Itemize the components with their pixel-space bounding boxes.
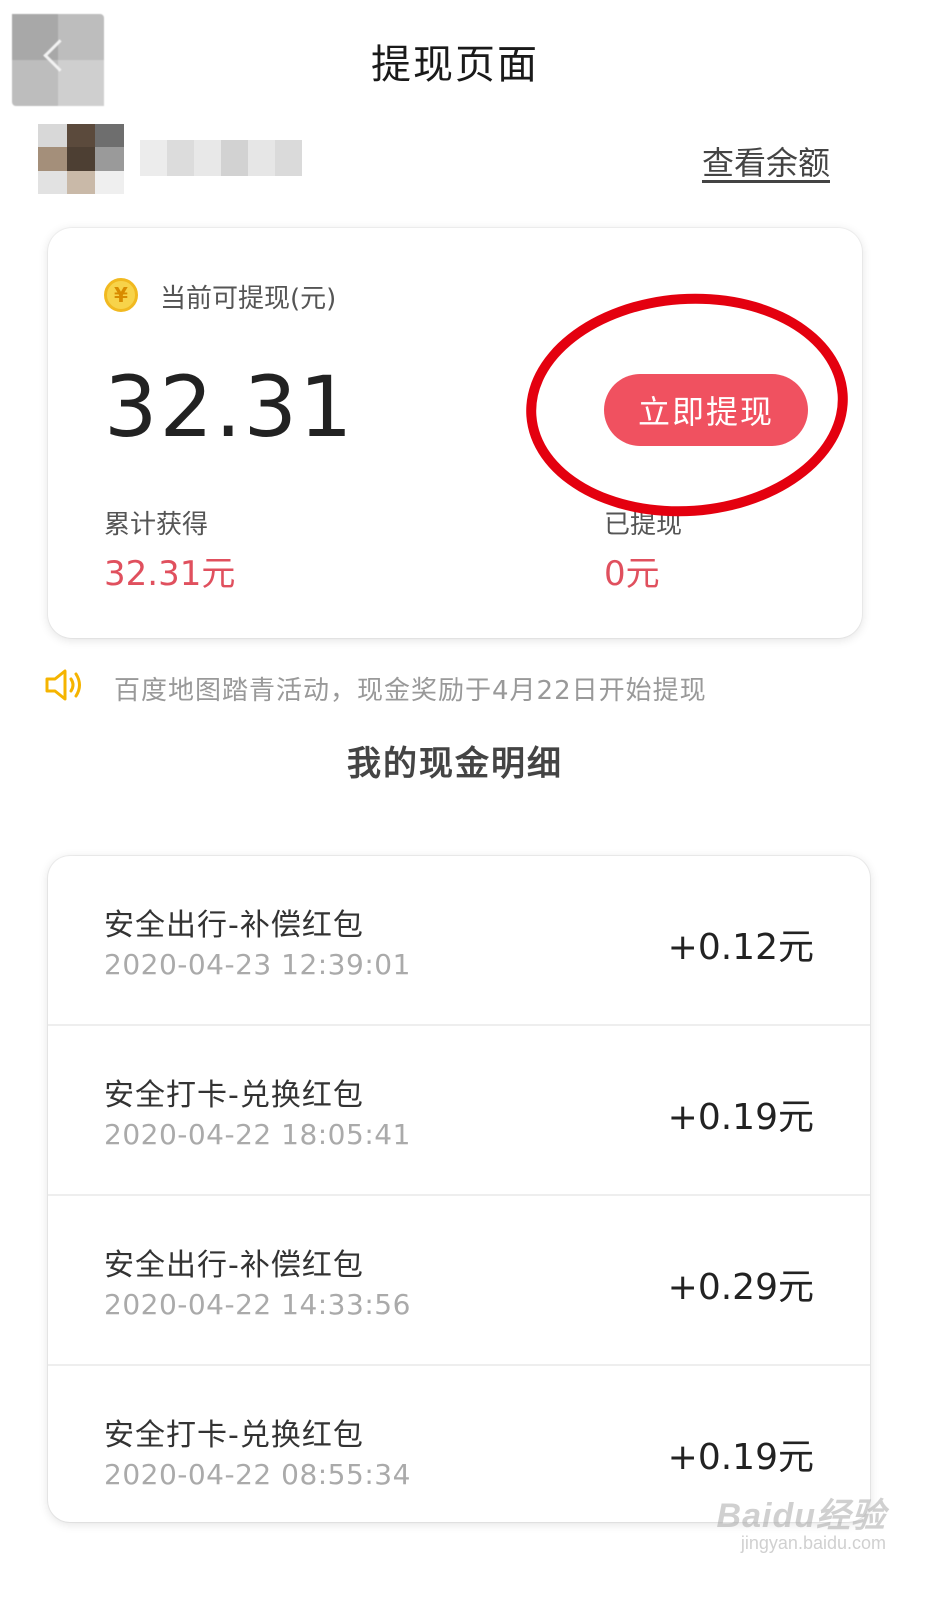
list-item-title: 安全出行-补偿红包: [104, 1248, 364, 1283]
list-item-time: 2020-04-23 12:39:01: [104, 948, 411, 981]
watermark-brand: Baidu经验: [716, 1497, 886, 1535]
section-title: 我的现金明细: [347, 744, 563, 784]
page-title: 提现页面: [371, 42, 539, 88]
list-item-time: 2020-04-22 08:55:34: [104, 1458, 411, 1491]
list-item-amount: +0.12元: [667, 927, 814, 968]
list-item-title: 安全打卡-兑换红包: [104, 1078, 364, 1113]
list-item[interactable]: 安全打卡-兑换红包 2020-04-22 18:05:41 +0.19元: [48, 1026, 870, 1196]
list-item-amount: +0.29元: [667, 1267, 814, 1308]
coin-glyph: ¥: [114, 283, 128, 307]
list-item-title: 安全打卡-兑换红包: [104, 1418, 364, 1453]
withdrawn-value: 0元: [604, 554, 660, 594]
yuan-coin-icon: ¥: [104, 278, 138, 312]
cash-detail-list: 安全出行-补偿红包 2020-04-23 12:39:01 +0.12元 安全打…: [48, 856, 870, 1522]
available-label: 当前可提现(元): [160, 284, 337, 314]
watermark: Baidu经验 jingyan.baidu.com: [717, 1488, 886, 1554]
list-item-time: 2020-04-22 14:33:56: [104, 1288, 411, 1321]
total-earned-label: 累计获得: [104, 510, 209, 540]
avatar: [38, 124, 124, 194]
watermark-url: jingyan.baidu.com: [740, 1533, 886, 1553]
username-redacted: [140, 140, 302, 176]
total-earned-value: 32.31元: [104, 554, 236, 594]
list-item-time: 2020-04-22 18:05:41: [104, 1118, 411, 1151]
speaker-icon: [45, 669, 81, 701]
list-item-amount: +0.19元: [667, 1097, 814, 1138]
notice-text: 百度地图踏青活动，现金奖励于4月22日开始提现: [114, 676, 707, 706]
list-item[interactable]: 安全出行-补偿红包 2020-04-22 14:33:56 +0.29元: [48, 1196, 870, 1366]
list-item-title: 安全出行-补偿红包: [104, 908, 364, 943]
check-balance-link[interactable]: 查看余额: [702, 138, 830, 184]
available-amount: 32.31: [104, 358, 355, 456]
list-item-amount: +0.19元: [667, 1437, 814, 1478]
withdraw-page: 提现页面 查看余额 ¥ 当前可提现(元) 32.31 立即提现 累计获得 32.…: [0, 0, 932, 1600]
list-item[interactable]: 安全出行-补偿红包 2020-04-23 12:39:01 +0.12元: [48, 856, 870, 1026]
